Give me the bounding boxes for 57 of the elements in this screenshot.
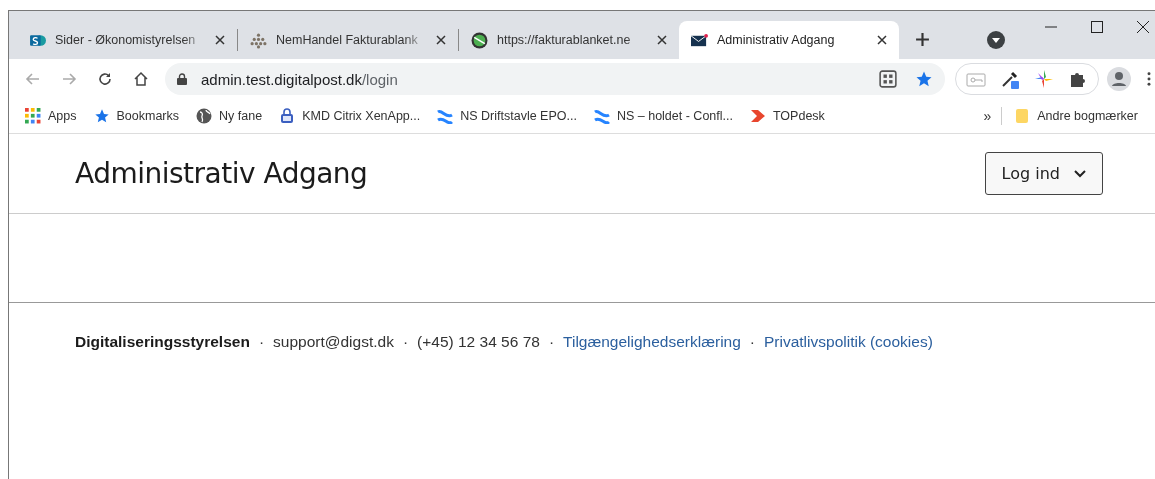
lock-icon [177, 73, 187, 85]
envelope-icon [691, 31, 708, 49]
browser-tab[interactable]: Administrativ Adgang [679, 21, 899, 59]
qr-code-icon[interactable] [879, 70, 897, 88]
more-bookmarks-button[interactable]: » [983, 108, 992, 124]
eyedropper-icon[interactable] [1000, 69, 1020, 89]
bookmark[interactable]: Bookmarks [93, 108, 180, 124]
close-icon[interactable] [436, 35, 446, 45]
footer-link[interactable]: Privatlivspolitik (cookies) [764, 333, 933, 351]
maximize-icon[interactable] [1091, 21, 1103, 33]
contact-text: (+45) 12 34 56 78 [417, 333, 540, 351]
footer-link[interactable]: Tilgængelighedserklæring [563, 333, 741, 351]
chevron-icon [1074, 169, 1086, 178]
home-icon[interactable] [133, 71, 149, 87]
bookmark[interactable]: KMD Citrix XenApp... [279, 108, 421, 124]
tab-search-icon[interactable] [987, 31, 1005, 49]
star-icon[interactable] [915, 70, 933, 88]
folder-icon [1014, 108, 1031, 124]
tab-title: NemHandel Fakturablank [276, 33, 419, 47]
new-tab-icon[interactable] [915, 32, 930, 47]
close-icon[interactable] [657, 35, 667, 45]
separator: · [258, 333, 265, 351]
browser-tab[interactable]: https://fakturablanket.ne [459, 21, 679, 59]
address-bar[interactable]: admin.test.digitalpost.dk/login [165, 63, 945, 95]
close-icon[interactable] [877, 35, 887, 45]
tab-title: https://fakturablanket.ne [497, 33, 632, 47]
bookmark-folder[interactable]: Andre bogmærker [1014, 108, 1138, 124]
bookmark[interactable]: NS Driftstavle EPO... [437, 108, 577, 124]
bookmark[interactable]: Apps [25, 108, 77, 124]
globe-icon [196, 108, 213, 124]
globe-icon [471, 31, 488, 49]
menu-icon[interactable] [1147, 72, 1151, 86]
close-icon[interactable] [215, 35, 225, 45]
star-icon [93, 108, 110, 124]
browser-tab[interactable]: NemHandel Fakturablank [238, 21, 458, 59]
reload-icon[interactable] [97, 71, 113, 87]
close-icon[interactable] [1137, 21, 1149, 33]
apps-grid-icon [25, 108, 41, 124]
login-button[interactable]: Log ind [984, 152, 1103, 195]
lock-icon [279, 108, 296, 124]
bookmark[interactable]: NS – holdet - Confl... [593, 108, 733, 124]
page-title: Administrativ Adgang [75, 157, 368, 190]
browser-tab[interactable]: Sider - Økonomistyrelsen [17, 21, 237, 59]
dots-icon [250, 31, 267, 49]
url-text: admin.test.digitalpost.dk/login [201, 70, 398, 88]
tab-title: Sider - Økonomistyrelsen [55, 33, 197, 47]
separator: · [402, 333, 409, 351]
profile-icon[interactable] [1107, 67, 1131, 91]
tab-title: Administrativ Adgang [717, 33, 836, 47]
sparkle-icon[interactable] [1034, 69, 1054, 89]
separator: · [548, 333, 555, 351]
chevron-logo-icon [749, 108, 766, 124]
separator: · [749, 333, 755, 351]
contact-text: support@digst.dk [273, 333, 394, 351]
organization-name: Digitaliseringsstyrelsen [75, 333, 250, 351]
bookmark[interactable]: TOPdesk [749, 108, 825, 124]
bookmark[interactable]: Ny fane [196, 108, 263, 124]
